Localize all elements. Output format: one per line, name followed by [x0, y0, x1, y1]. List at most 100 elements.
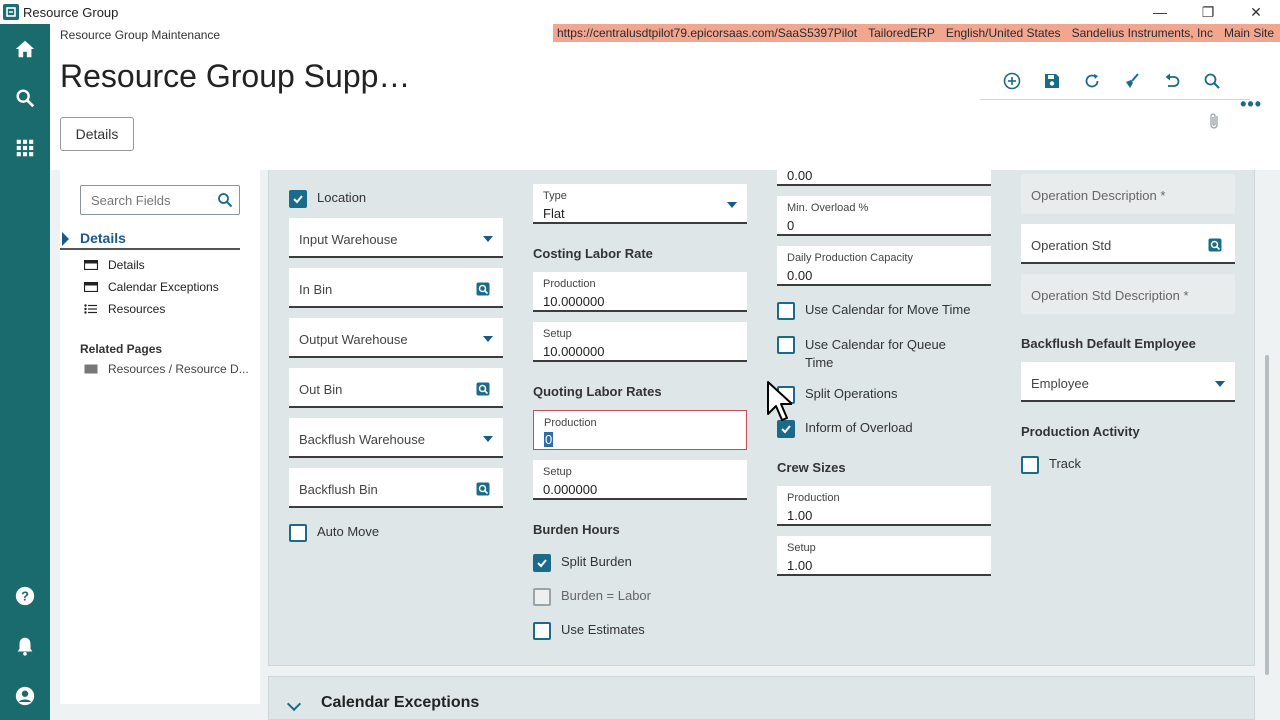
checkbox-checked-icon [533, 554, 551, 572]
home-icon[interactable] [13, 37, 37, 61]
search-fields-placeholder: Search Fields [91, 192, 171, 208]
panel-icon [84, 282, 98, 292]
field-label: Setup [543, 328, 572, 340]
search-icon [1204, 73, 1220, 89]
user-icon[interactable] [13, 684, 37, 708]
employee-dropdown[interactable]: Employee [1021, 362, 1235, 402]
lookup-icon[interactable] [476, 482, 490, 496]
field-label: Type [543, 190, 567, 202]
mouse-cursor-icon [767, 381, 792, 421]
details-tab-button[interactable]: Details [60, 117, 134, 151]
crew-production-field[interactable]: Production 1.00 [777, 486, 991, 526]
nav-item-label: Calendar Exceptions [108, 280, 219, 294]
location-checkbox[interactable]: Location [289, 190, 366, 208]
save-button[interactable] [1032, 68, 1072, 94]
checkbox-unchecked-icon [289, 524, 307, 542]
close-button[interactable]: ✕ [1232, 0, 1280, 24]
checkbox-label: Inform of Overload [805, 420, 913, 435]
track-checkbox[interactable]: Track [1021, 456, 1081, 474]
burden-hours-heading: Burden Hours [533, 522, 620, 537]
search-icon [218, 193, 233, 208]
lookup-icon[interactable] [476, 282, 490, 296]
calendar-exceptions-section[interactable]: Calendar Exceptions [268, 676, 1255, 720]
quoting-production-field[interactable]: Production 0 [533, 410, 747, 450]
input-warehouse-dropdown[interactable]: Input Warehouse [289, 218, 503, 258]
vertical-scrollbar[interactable] [1265, 355, 1269, 675]
help-icon[interactable]: ? [13, 584, 37, 608]
out-bin-lookup[interactable]: Out Bin [289, 368, 503, 408]
more-options-button[interactable]: ••• [1240, 94, 1262, 115]
undo-icon [1165, 73, 1180, 87]
paperclip-icon[interactable] [1206, 112, 1222, 130]
restore-button[interactable]: ❐ [1184, 0, 1232, 24]
chevron-down-icon [727, 202, 737, 208]
related-pages-heading: Related Pages [80, 342, 163, 356]
type-dropdown[interactable]: Type Flat [533, 184, 747, 224]
expand-arrow-icon [62, 232, 69, 246]
lookup-icon[interactable] [1208, 238, 1222, 252]
field-value: 0.000000 [543, 482, 598, 497]
chevron-down-icon [483, 236, 493, 242]
split-burden-checkbox[interactable]: Split Burden [533, 554, 632, 572]
nav-item-details[interactable]: Details [84, 258, 145, 272]
output-warehouse-dropdown[interactable]: Output Warehouse [289, 318, 503, 358]
search-fields-input[interactable]: Search Fields [80, 185, 240, 215]
quoting-labor-rates-heading: Quoting Labor Rates [533, 384, 662, 399]
refresh-icon [1085, 74, 1099, 88]
env-url: https://centralusdtpilot79.epicorsaas.co… [556, 26, 858, 40]
calendar-queue-time-checkbox[interactable]: Use Calendar for Queue Time [777, 336, 967, 372]
checkbox-unchecked-icon [777, 302, 795, 320]
page-title: Resource Group Supp… [60, 58, 411, 94]
related-page-label: Resources / Resource D... [108, 362, 249, 376]
costing-setup-field[interactable]: Setup 10.000000 [533, 322, 747, 362]
minimize-button[interactable]: — [1136, 0, 1184, 24]
clear-button[interactable] [1112, 68, 1152, 94]
add-circle-icon [1003, 72, 1021, 90]
nav-item-resources[interactable]: Resources [84, 302, 165, 316]
field-value: 10.000000 [543, 344, 605, 359]
nav-item-calendar-exceptions[interactable]: Calendar Exceptions [84, 280, 219, 294]
operation-std-lookup[interactable]: Operation Std [1021, 224, 1235, 264]
add-new-button[interactable] [992, 68, 1032, 94]
field-value: 1.00 [787, 558, 813, 573]
bell-icon[interactable] [13, 634, 37, 658]
checkbox-label: Location [317, 190, 367, 205]
lookup-icon[interactable] [476, 382, 490, 396]
side-navigation-panel: Search Fields Details Details Calendar E… [60, 170, 260, 704]
in-bin-lookup[interactable]: In Bin [289, 268, 503, 308]
chevron-down-icon [483, 436, 493, 442]
undo-button[interactable] [1152, 68, 1192, 94]
crew-setup-field[interactable]: Setup 1.00 [777, 536, 991, 576]
daily-production-capacity-field[interactable]: Daily Production Capacity 0.00 [777, 246, 991, 286]
burden-equals-labor-checkbox[interactable]: Burden = Labor [533, 588, 651, 606]
overload-value-field[interactable]: 0.00 [777, 166, 991, 186]
field-label: Production [787, 492, 840, 504]
use-estimates-checkbox[interactable]: Use Estimates [533, 622, 645, 640]
nav-section-details[interactable]: Details [60, 230, 240, 250]
search-button[interactable] [1192, 68, 1232, 94]
quoting-setup-field[interactable]: Setup 0.000000 [533, 460, 747, 500]
min-overload-field[interactable]: Min. Overload % 0 [777, 196, 991, 236]
backflush-bin-lookup[interactable]: Backflush Bin [289, 468, 503, 508]
environment-bar: https://centralusdtpilot79.epicorsaas.co… [552, 24, 1280, 42]
related-page-link[interactable]: Resources / Resource D... [84, 362, 249, 376]
checkbox-unchecked-icon [533, 622, 551, 640]
chevron-down-icon [1215, 381, 1225, 387]
field-placeholder: In Bin [299, 282, 333, 297]
chevron-down-icon[interactable] [286, 696, 302, 712]
field-placeholder: Operation Std Description * [1031, 288, 1189, 303]
inform-of-overload-checkbox[interactable]: Inform of Overload [777, 420, 913, 438]
split-operations-checkbox[interactable]: Split Operations [777, 386, 898, 404]
apps-grid-icon[interactable] [13, 136, 37, 160]
save-icon [1045, 74, 1059, 88]
search-icon[interactable] [13, 86, 37, 110]
costing-production-field[interactable]: Production 10.000000 [533, 272, 747, 312]
backflush-warehouse-dropdown[interactable]: Backflush Warehouse [289, 418, 503, 458]
page-header: Resource Group Maintenance https://centr… [50, 24, 1280, 170]
field-label: Production [544, 417, 597, 429]
calendar-move-time-checkbox[interactable]: Use Calendar for Move Time [777, 302, 970, 320]
refresh-button[interactable] [1072, 68, 1112, 94]
breadcrumb[interactable]: Resource Group Maintenance [60, 28, 220, 42]
auto-move-checkbox[interactable]: Auto Move [289, 524, 379, 542]
chevron-down-icon [483, 336, 493, 342]
